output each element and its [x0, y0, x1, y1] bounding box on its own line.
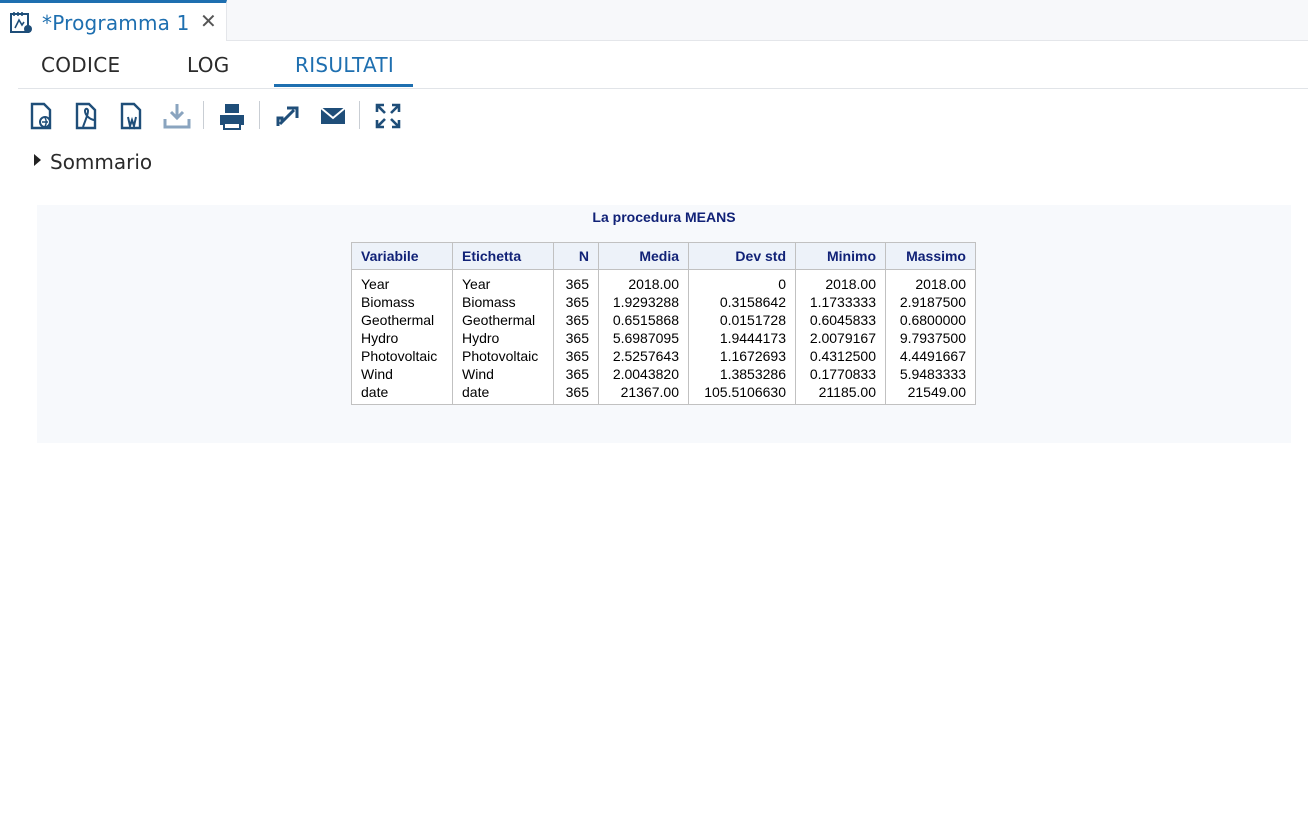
cell: 21367.00 [598, 383, 689, 405]
cell: 0.4312500 [795, 347, 886, 365]
cell: Geothermal [452, 311, 554, 329]
cell: 9.7937500 [885, 329, 976, 347]
view-tabs: CODICE LOG RISULTATI [18, 41, 1308, 89]
table-row: Hydro Hydro 365 5.6987095 1.9444173 2.00… [351, 329, 976, 347]
cell: 0.0151728 [688, 311, 796, 329]
cell: Photovoltaic [452, 347, 554, 365]
results-panel: La procedura MEANS Variabile Etichetta N… [37, 205, 1291, 443]
download-icon[interactable] [162, 101, 192, 131]
email-icon[interactable] [318, 101, 348, 131]
cell: 365 [553, 365, 599, 383]
cell: 2.0079167 [795, 329, 886, 347]
means-table: Variabile Etichetta N Media Dev std Mini… [351, 242, 976, 405]
print-icon[interactable] [217, 101, 247, 131]
cell: 5.6987095 [598, 329, 689, 347]
cell: Photovoltaic [351, 347, 453, 365]
download-pdf-icon[interactable] [72, 101, 102, 131]
cell: Hydro [452, 329, 554, 347]
cell: Hydro [351, 329, 453, 347]
cell: 0.6800000 [885, 311, 976, 329]
table-row: Geothermal Geothermal 365 0.6515868 0.01… [351, 311, 976, 329]
cell: 0.1770833 [795, 365, 886, 383]
cell: 2.5257643 [598, 347, 689, 365]
procedure-title: La procedura MEANS [592, 209, 736, 225]
cell: date [351, 383, 453, 405]
cell: Biomass [351, 293, 453, 311]
cell: 2.0043820 [598, 365, 689, 383]
col-header: Dev std [688, 242, 796, 270]
cell: Year [452, 269, 554, 293]
cell: 1.1733333 [795, 293, 886, 311]
expand-triangle-icon [34, 154, 41, 166]
cell: 0.6045833 [795, 311, 886, 329]
col-header: Media [598, 242, 689, 270]
table-header-row: Variabile Etichetta N Media Dev std Mini… [351, 242, 976, 270]
toolbar-separator [259, 101, 260, 129]
toolbar-separator [359, 101, 360, 129]
cell: 4.4491667 [885, 347, 976, 365]
cell: 21549.00 [885, 383, 976, 405]
program-tab[interactable]: *Programma 1 ✕ [0, 0, 227, 41]
col-header: N [553, 242, 599, 270]
fullscreen-icon[interactable] [373, 101, 403, 131]
col-header: Massimo [885, 242, 976, 270]
cell: 105.5106630 [688, 383, 796, 405]
cell: 365 [553, 269, 599, 293]
cell: Year [351, 269, 453, 293]
summary-label: Sommario [50, 150, 153, 174]
cell: 2018.00 [598, 269, 689, 293]
tab-log[interactable]: LOG [187, 53, 230, 77]
cell: 2018.00 [795, 269, 886, 293]
table-row: Photovoltaic Photovoltaic 365 2.5257643 … [351, 347, 976, 365]
download-html-icon[interactable] [27, 101, 57, 131]
cell: Biomass [452, 293, 554, 311]
table-row: Wind Wind 365 2.0043820 1.3853286 0.1770… [351, 365, 976, 383]
tab-risultati[interactable]: RISULTATI [295, 53, 394, 77]
cell: 365 [553, 329, 599, 347]
summary-toggle[interactable]: Sommario [34, 150, 152, 174]
document-tab-bar: *Programma 1 ✕ [0, 0, 1308, 41]
cell: Geothermal [351, 311, 453, 329]
cell: 2.9187500 [885, 293, 976, 311]
col-header: Etichetta [452, 242, 554, 270]
cell: 21185.00 [795, 383, 886, 405]
cell: 365 [553, 311, 599, 329]
cell: 0 [688, 269, 796, 293]
cell: 365 [553, 383, 599, 405]
tab-codice[interactable]: CODICE [41, 53, 120, 77]
cell: 1.9293288 [598, 293, 689, 311]
cell: 2018.00 [885, 269, 976, 293]
tab-title: *Programma 1 [42, 11, 190, 35]
active-tab-indicator [274, 84, 413, 87]
cell: Wind [452, 365, 554, 383]
cell: 365 [553, 347, 599, 365]
table-row: Year Year 365 2018.00 0 2018.00 2018.00 [351, 269, 976, 293]
download-word-icon[interactable] [117, 101, 147, 131]
program-icon [10, 12, 32, 33]
cell: 5.9483333 [885, 365, 976, 383]
cell: Wind [351, 365, 453, 383]
cell: 0.6515868 [598, 311, 689, 329]
cell: 365 [553, 293, 599, 311]
cell: 1.9444173 [688, 329, 796, 347]
cell: 1.3853286 [688, 365, 796, 383]
open-new-window-icon[interactable] [273, 101, 303, 131]
toolbar-separator [203, 101, 204, 129]
col-header: Variabile [351, 242, 453, 270]
col-header: Minimo [795, 242, 886, 270]
cell: date [452, 383, 554, 405]
close-icon[interactable]: ✕ [200, 9, 217, 33]
cell: 0.3158642 [688, 293, 796, 311]
table-row: date date 365 21367.00 105.5106630 21185… [351, 383, 976, 405]
cell: 1.1672693 [688, 347, 796, 365]
table-row: Biomass Biomass 365 1.9293288 0.3158642 … [351, 293, 976, 311]
